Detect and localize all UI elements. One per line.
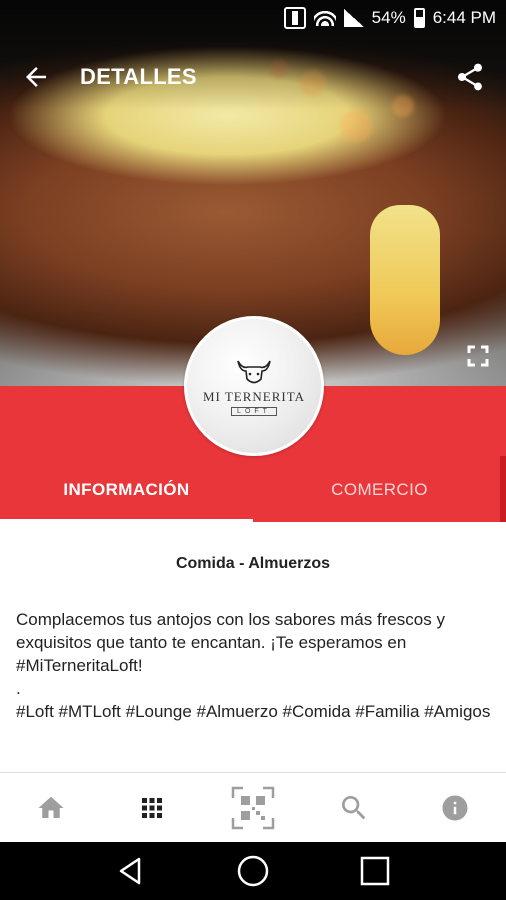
signal-icon: [343, 9, 364, 27]
share-icon[interactable]: [442, 49, 498, 105]
tab-comercio[interactable]: COMERCIO: [253, 458, 506, 522]
system-back-icon[interactable]: [115, 855, 147, 887]
business-logo: MI TERNERITA LOFT: [184, 316, 324, 456]
back-arrow-icon[interactable]: [8, 49, 64, 105]
wifi-icon: [313, 10, 336, 26]
battery-percent: 54%: [371, 8, 406, 27]
description-paragraph: .: [16, 679, 21, 698]
vibrate-icon: [283, 7, 306, 29]
nav-qr[interactable]: [202, 773, 303, 842]
qr-code-icon: [231, 786, 275, 829]
bull-logo-icon: [237, 360, 271, 383]
info-icon: [442, 795, 468, 820]
system-nav-bar: [0, 842, 506, 900]
search-icon: [342, 795, 366, 819]
fullscreen-icon[interactable]: [460, 338, 496, 374]
tab-informacion[interactable]: INFORMACIÓN: [0, 458, 253, 522]
description: Complacemos tus antojos con los sabores …: [16, 608, 496, 723]
tab-bar: INFORMACIÓN COMERCIO: [0, 458, 506, 522]
clock: 6:44 PM: [432, 8, 496, 27]
nav-grid[interactable]: [101, 773, 202, 842]
status-bar: 54% 6:44 PM: [0, 0, 506, 36]
category-label: Comida - Almuerzos: [175, 555, 331, 572]
bottom-nav: [0, 772, 506, 842]
system-home-icon[interactable]: [236, 854, 270, 888]
page-title: DETALLES: [80, 64, 197, 89]
grid-icon: [141, 797, 162, 818]
description-paragraph: Complacemos tus antojos con los sabores …: [16, 610, 445, 675]
home-icon: [38, 796, 64, 818]
battery-icon: [413, 8, 425, 28]
nav-search[interactable]: [304, 773, 405, 842]
logo-name: MI TERNERITA: [202, 388, 306, 404]
nav-home[interactable]: [0, 773, 101, 842]
logo-sub: LOFT: [231, 406, 277, 416]
info-content: Comida - Almuerzos Complacemos tus antoj…: [0, 522, 506, 772]
nav-info[interactable]: [405, 773, 506, 842]
hashtags: #Loft #MTLoft #Lounge #Almuerzo #Comida …: [16, 702, 491, 721]
system-recents-icon[interactable]: [359, 855, 391, 887]
app-bar: DETALLES: [0, 44, 506, 110]
